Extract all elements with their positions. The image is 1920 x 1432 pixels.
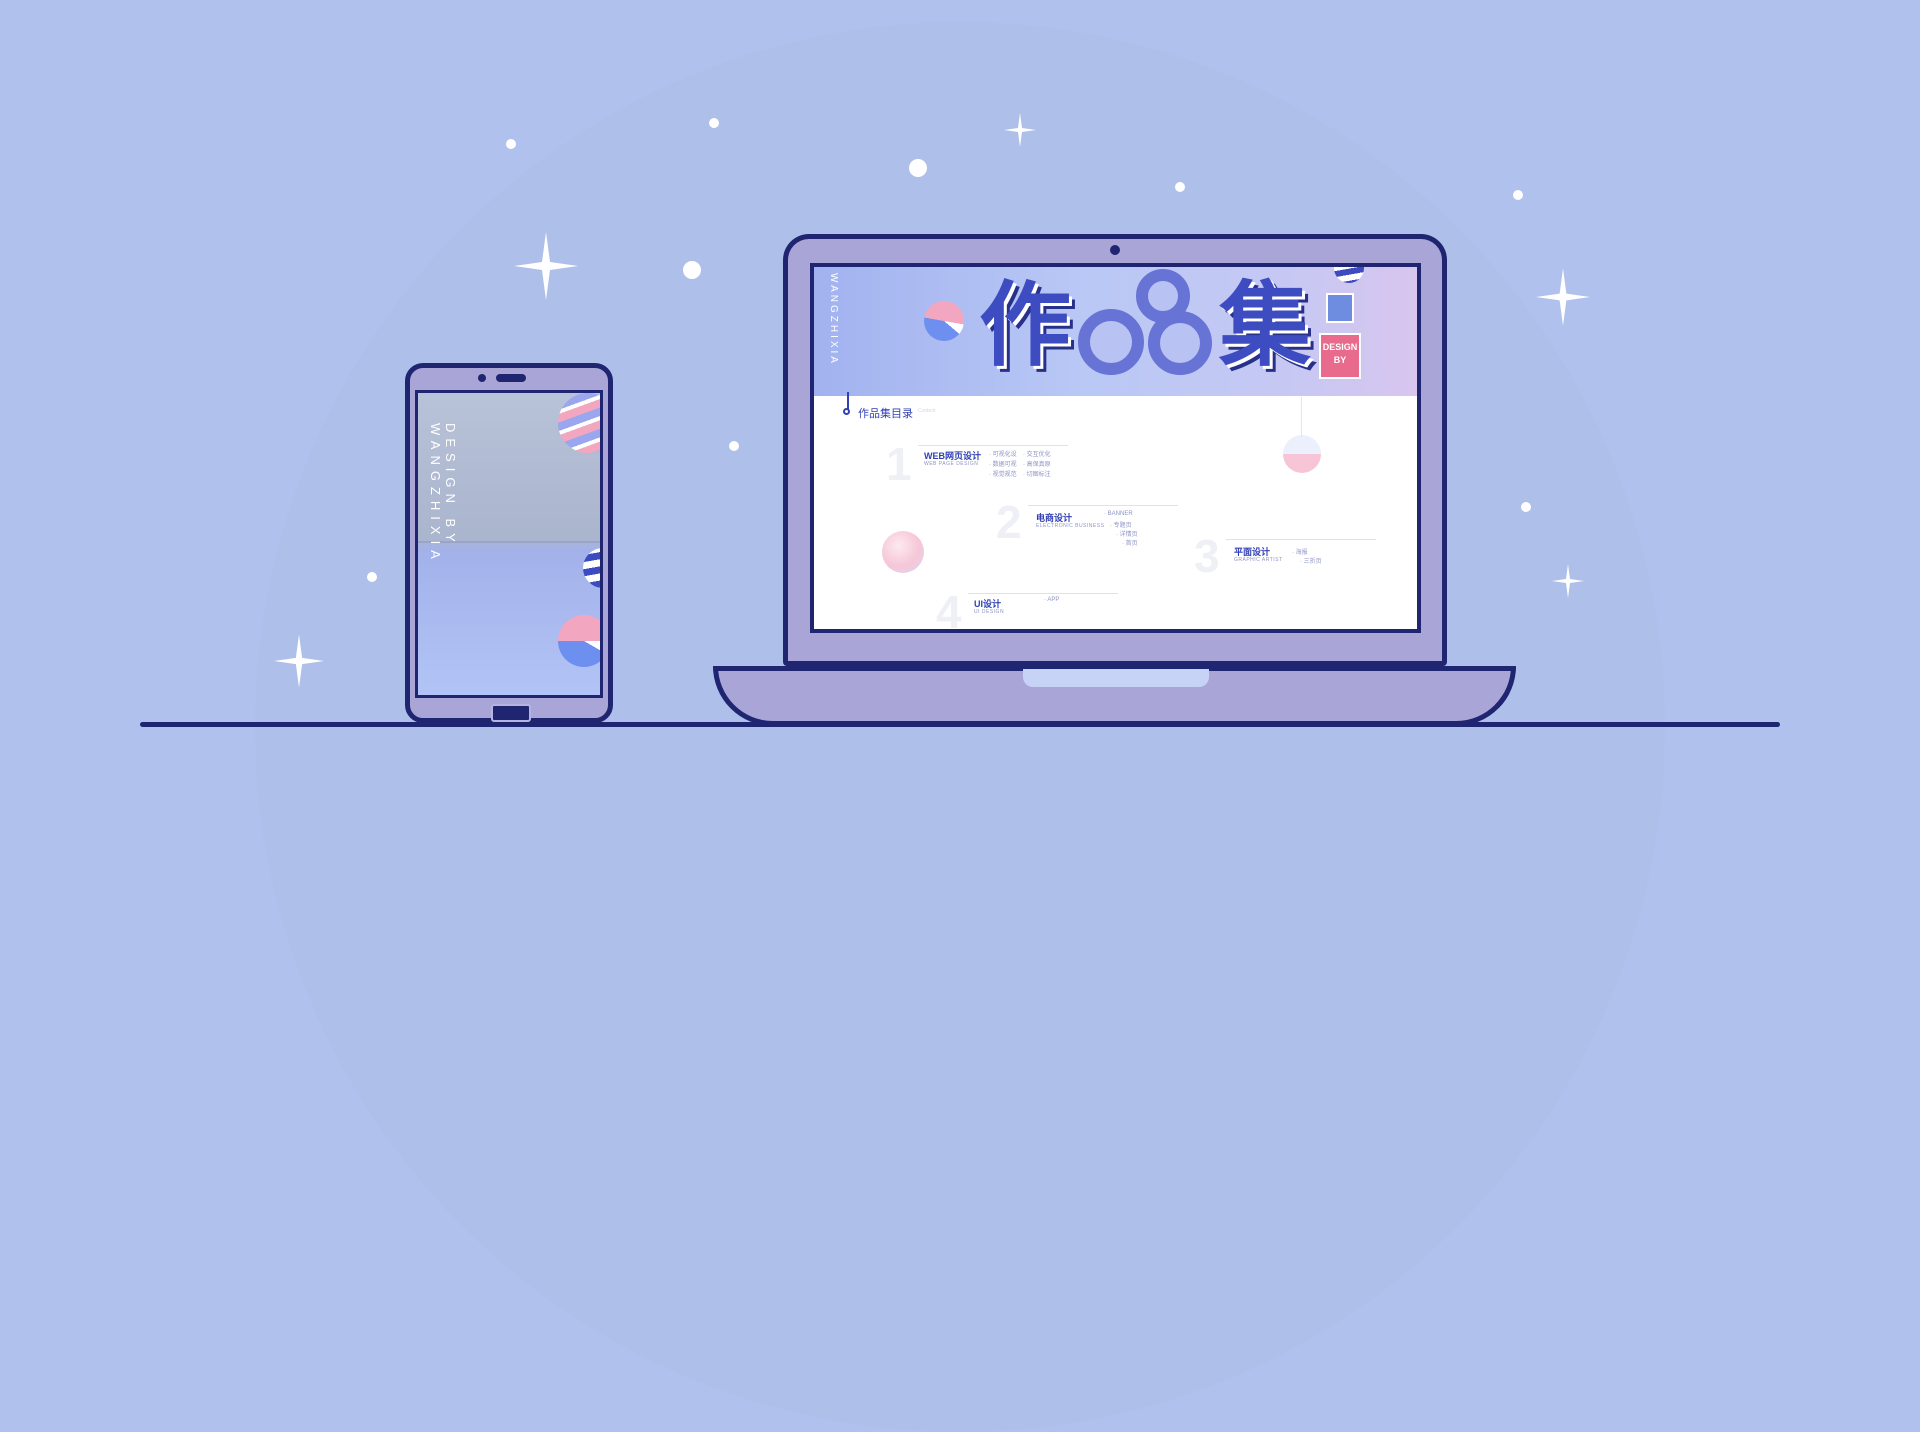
section-rule: [1028, 505, 1178, 506]
sparkle-icon: [1004, 113, 1036, 147]
star-dot: [506, 139, 516, 149]
ground-line: [140, 722, 1780, 727]
section-item: · 可视化设: [989, 452, 1017, 458]
section-item: · 交互优化: [1023, 452, 1051, 458]
laptop-base: [713, 666, 1516, 726]
star-dot: [1521, 502, 1531, 512]
banner-char-zuo: 作: [979, 271, 1072, 379]
striped-ball: [924, 301, 964, 341]
section-rule: [968, 593, 1118, 594]
banner-vertical-text: WANGZHIXIA: [828, 273, 839, 366]
decor-cube: [1326, 293, 1354, 323]
phone-vertical-text: DESIGN BY WANGZHIXIA: [428, 423, 458, 565]
section-item: · 数据可视: [989, 462, 1017, 468]
section-number: 2: [996, 496, 1022, 548]
toc-subtitle: Content: [918, 408, 936, 414]
section-number: 4: [936, 586, 962, 633]
laptop-screen: WANGZHIXIA 作 集 DESIGN BY 作品集目录 Content 1…: [810, 263, 1421, 633]
section-item: · 切图标注: [1023, 472, 1051, 478]
section-item: · 三折页: [1300, 559, 1322, 565]
badge-line-1: DESIGN: [1322, 342, 1358, 352]
section-rule: [1226, 539, 1376, 540]
section-en-subtitle: GRAPHIC ARTIST: [1234, 557, 1283, 563]
sparkle-icon: [514, 232, 578, 300]
striped-ball: [558, 615, 600, 667]
pastel-ball: [882, 531, 924, 573]
section-item: · 详情页: [1116, 532, 1138, 538]
sparkle-icon: [1536, 268, 1590, 326]
phone-screen: DESIGN BY WANGZHIXIA: [415, 390, 603, 698]
section-item: · 首页: [1122, 541, 1138, 547]
star-dot: [1513, 190, 1523, 200]
star-dot: [709, 118, 719, 128]
light-ring: [1148, 311, 1212, 375]
phone-speaker: [496, 374, 526, 382]
star-dot: [729, 441, 739, 451]
phone-camera: [478, 374, 486, 382]
laptop-webcam: [1110, 245, 1120, 255]
toc-marker-dot: [843, 408, 850, 415]
section-number: 1: [886, 438, 912, 490]
illustration-stage: DESIGN BY WANGZHIXIA WANGZHIXIA 作 集 DESI…: [0, 0, 1920, 1432]
design-by-badge: DESIGN BY: [1319, 333, 1361, 379]
section-en-subtitle: WEB PAGE DESIGN: [924, 461, 979, 467]
phone-device: DESIGN BY WANGZHIXIA: [405, 363, 613, 723]
star-dot: [367, 572, 377, 582]
hanging-lamp: [1283, 435, 1321, 473]
section-item: · APP: [1044, 597, 1060, 603]
section-item: · 专题页: [1110, 523, 1132, 529]
toc-title: 作品集目录: [858, 408, 913, 420]
star-dot: [909, 159, 927, 177]
phone-home-button: [491, 704, 531, 722]
section-item: · 高保真原: [1023, 462, 1051, 468]
portfolio-banner: WANGZHIXIA 作 集 DESIGN BY: [814, 267, 1417, 396]
lamp-string: [1301, 397, 1302, 437]
sparkle-icon: [1552, 564, 1584, 598]
section-en-subtitle: UI DESIGN: [974, 609, 1005, 615]
section-item: · 视觉规范: [989, 472, 1017, 478]
striped-ball: [558, 393, 600, 453]
striped-ball: [1334, 267, 1364, 283]
section-item: · 海报: [1292, 550, 1308, 556]
sparkle-icon: [274, 634, 324, 688]
laptop-touchpad: [1023, 669, 1209, 687]
section-item: · BANNER: [1104, 511, 1133, 517]
star-dot: [1175, 182, 1185, 192]
laptop-lid: WANGZHIXIA 作 集 DESIGN BY 作品集目录 Content 1…: [783, 234, 1447, 666]
star-dot: [683, 261, 701, 279]
section-en-subtitle: ELECTRONIC BUSINESS: [1036, 523, 1105, 529]
badge-line-2: BY: [1333, 355, 1347, 365]
light-ring: [1078, 309, 1144, 375]
banner-char-ji: 集: [1219, 271, 1312, 379]
section-rule: [918, 445, 1068, 446]
striped-ball: [583, 548, 600, 588]
section-number: 3: [1194, 530, 1220, 582]
